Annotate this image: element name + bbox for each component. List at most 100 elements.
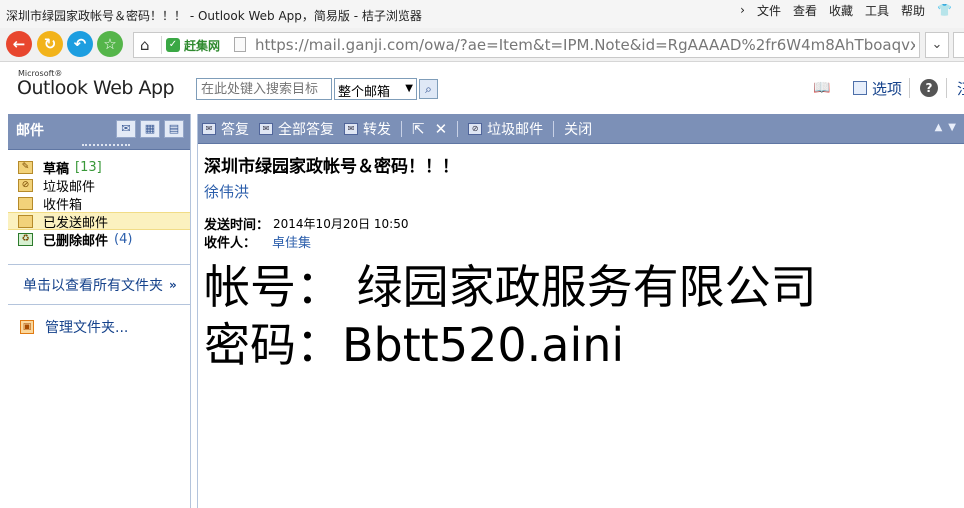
delete-icon[interactable]: ✕ <box>435 120 448 138</box>
manage-folders-label: 管理文件夹... <box>45 320 129 336</box>
folder-icon <box>18 214 33 228</box>
recipient[interactable]: 卓佳集 <box>272 232 311 251</box>
folder-count: (4) <box>114 231 133 247</box>
chevron-right-icon[interactable]: › <box>740 3 745 17</box>
sent-value: 2014年10月20日 10:50 <box>273 216 409 231</box>
sent-row: 发送时间： 2014年10月20日 10:50 <box>204 214 958 233</box>
menu-help[interactable]: 帮助 <box>901 2 925 19</box>
reply-button[interactable]: ✉ 答复 <box>202 119 249 139</box>
folder-sent[interactable]: 已发送邮件 <box>8 212 190 231</box>
forward-button[interactable]: ✉ 转发 <box>344 119 391 139</box>
address-bar[interactable]: ⌂ ✓ 赶集网 https://mail.ganji.com/owa/?ae=I… <box>133 32 920 58</box>
folder-list: ✎ 草稿 [13] ⊘ 垃圾邮件 收件箱 已发送邮件 ♻ 已删除邮件 (4) <box>8 150 190 249</box>
sent-label: 发送时间： <box>204 217 270 233</box>
toolbar-divider <box>401 120 402 137</box>
window-title: 深圳市绿园家政帐号＆密码！！！ - Outlook Web App，简易版 - … <box>6 9 422 23</box>
reply-all-label: 全部答复 <box>278 121 334 138</box>
manage-folders-link[interactable]: ▣ 管理文件夹... <box>8 317 190 337</box>
search-input[interactable] <box>196 78 332 100</box>
skin-icon[interactable]: 👕 <box>937 3 952 17</box>
shield-check-icon: ✓ <box>166 38 180 52</box>
options-icon[interactable] <box>853 81 867 95</box>
toolbar-divider <box>457 120 459 137</box>
address-book-icon[interactable]: 📖 <box>813 80 830 96</box>
restore-tab-icon[interactable]: ↶ <box>67 31 93 57</box>
message-view: 深圳市绿园家政帐号＆密码！！！ 徐伟洪 发送时间： 2014年10月20日 10… <box>198 144 964 382</box>
search-scope-select[interactable]: 整个邮箱 ▼ <box>334 78 417 100</box>
browser-title-bar: 深圳市绿园家政帐号＆密码！！！ - Outlook Web App，简易版 - … <box>0 0 964 28</box>
options-link[interactable]: 选项 <box>872 78 902 99</box>
site-name: 赶集网 <box>184 39 221 53</box>
junk-icon: ⊘ <box>468 122 483 135</box>
favorite-star-icon[interactable]: ☆ <box>97 31 123 57</box>
url-text[interactable]: https://mail.ganji.com/owa/?ae=Item&t=IP… <box>255 36 915 54</box>
show-all-folders-link[interactable]: 单击以查看所有文件夹 » <box>8 265 190 305</box>
inbox-icon <box>18 196 33 210</box>
body-line: 帐号： 绿园家政服务有限公司 <box>204 260 817 314</box>
to-label: 收件人： <box>204 235 257 251</box>
message-subject: 深圳市绿园家政帐号＆密码！！！ <box>204 157 459 177</box>
header-divider <box>909 78 910 98</box>
folder-deleted[interactable]: ♻ 已删除邮件 (4) <box>8 230 190 249</box>
close-label: 关闭 <box>564 121 593 138</box>
browser-nav-bar: ← ↻ ↶ ☆ ⌂ ✓ 赶集网 https://mail.ganji.com/o… <box>0 28 964 62</box>
contacts-icon[interactable]: ▤ <box>164 120 184 138</box>
folder-label: 已删除邮件 <box>43 233 109 249</box>
folder-drafts[interactable]: ✎ 草稿 [13] <box>8 158 190 177</box>
double-chevron-down-icon: » <box>169 277 177 292</box>
owa-logo: Outlook Web App <box>17 77 175 99</box>
search-scope-value: 整个邮箱 <box>338 85 391 100</box>
reply-all-button[interactable]: ✉ 全部答复 <box>259 119 334 139</box>
menu-tools[interactable]: 工具 <box>865 2 889 19</box>
browser-menu-bar: › 文件 查看 收藏 工具 帮助 👕 <box>740 2 964 18</box>
user-name-partial[interactable]: 汪 <box>957 78 964 99</box>
header-divider <box>946 78 947 98</box>
folder-count: [13] <box>75 159 102 175</box>
calendar-icon[interactable]: ▦ <box>140 120 160 138</box>
close-button[interactable]: 关闭 <box>564 119 592 139</box>
chevron-down-icon[interactable]: ⌄ <box>925 32 949 58</box>
forward-label: 转发 <box>363 121 391 138</box>
show-all-folders-label: 单击以查看所有文件夹 <box>23 277 163 294</box>
message-body: 帐号： 绿园家政服务有限公司 密码：Bbtt520.aini <box>204 258 958 374</box>
prev-next-arrows-icon[interactable]: ▲▼ <box>935 122 962 133</box>
folder-label: 收件箱 <box>43 197 83 213</box>
resize-grip[interactable] <box>82 144 130 146</box>
home-icon[interactable]: ⌂ <box>140 36 150 54</box>
folder-inbox[interactable]: 收件箱 <box>8 194 190 213</box>
mail-title: 邮件 <box>16 123 44 139</box>
to-row: 收件人： 卓佳集 <box>204 232 958 251</box>
menu-favorites[interactable]: 收藏 <box>829 2 853 19</box>
reading-pane: ✉ 答复 ✉ 全部答复 ✉ 转发 ⇱ ✕ ⊘ 垃圾邮件 关闭 ▲▼ 深圳市绿园家… <box>197 114 964 508</box>
owa-header: Microsoft® Outlook Web App 整个邮箱 ▼ ⌕ 📖 选项… <box>0 62 964 112</box>
folder-pane-header: 邮件 ✉ ▦ ▤ <box>8 114 190 150</box>
folder-label: 草稿 <box>43 161 70 177</box>
reply-icon: ✉ <box>202 122 216 135</box>
manage-folders-icon: ▣ <box>20 320 34 334</box>
drafts-icon: ✎ <box>18 160 33 174</box>
folder-label: 垃圾邮件 <box>43 179 96 195</box>
menu-view[interactable]: 查看 <box>793 2 817 19</box>
page-icon <box>234 37 246 52</box>
message-meta: 发送时间： 2014年10月20日 10:50 收件人： 卓佳集 <box>204 214 958 251</box>
menu-file[interactable]: 文件 <box>757 2 781 19</box>
junk-label: 垃圾邮件 <box>487 121 544 138</box>
mail-icon[interactable]: ✉ <box>116 120 136 138</box>
address-divider <box>161 36 162 54</box>
move-icon[interactable]: ⇱ <box>412 120 425 138</box>
search-icon: ⌕ <box>425 82 432 96</box>
trash-icon: ♻ <box>18 232 33 246</box>
message-toolbar: ✉ 答复 ✉ 全部答复 ✉ 转发 ⇱ ✕ ⊘ 垃圾邮件 关闭 ▲▼ <box>198 114 964 144</box>
search-button[interactable]: ⌕ <box>419 79 438 99</box>
more-button[interactable] <box>953 32 964 58</box>
message-sender[interactable]: 徐伟洪 <box>204 181 958 202</box>
refresh-icon[interactable]: ↻ <box>37 31 63 57</box>
help-icon[interactable]: ? <box>920 79 938 97</box>
folder-junk[interactable]: ⊘ 垃圾邮件 <box>8 176 190 195</box>
folder-pane: 邮件 ✉ ▦ ▤ ✎ 草稿 [13] ⊘ 垃圾邮件 收件箱 已发送邮件 ♻ 已删… <box>8 114 191 508</box>
reply-all-icon: ✉ <box>259 122 273 135</box>
body-line: 密码：Bbtt520.aini <box>204 318 625 372</box>
junk-button[interactable]: ⊘ 垃圾邮件 <box>468 119 543 139</box>
folder-label: 已发送邮件 <box>43 215 109 231</box>
back-icon[interactable]: ← <box>6 31 32 57</box>
